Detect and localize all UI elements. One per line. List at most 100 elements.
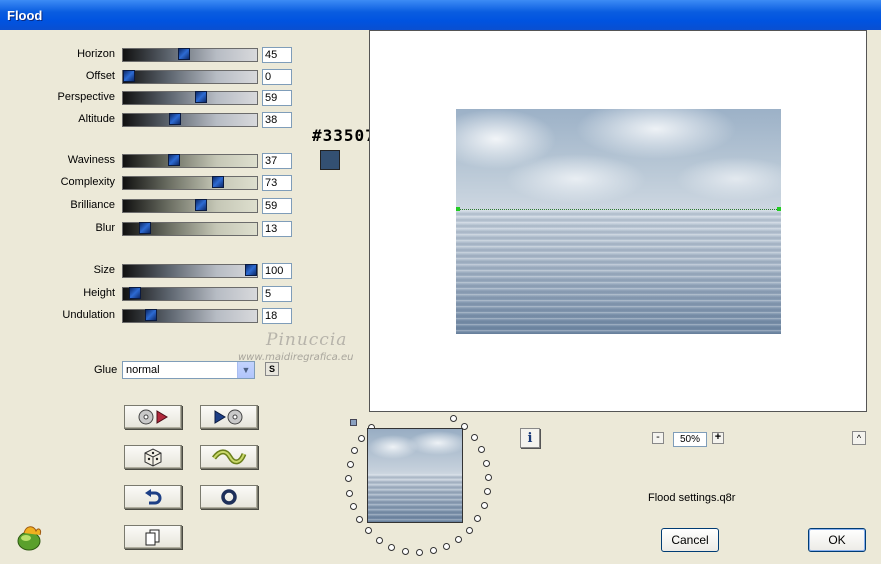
- navigator-ring-dot[interactable]: [474, 515, 482, 523]
- save-preset-button[interactable]: [200, 405, 258, 429]
- ok-button[interactable]: OK: [808, 528, 866, 552]
- navigator-ring-dot[interactable]: [478, 446, 486, 453]
- color-swatch[interactable]: [320, 150, 340, 170]
- randomize-button[interactable]: [124, 445, 182, 469]
- navigator-ring-dot[interactable]: [375, 536, 383, 544]
- dialog-client: Horizon 45 Offset 0 Perspective 59 Altitude 38 W…: [0, 30, 881, 564]
- wave-icon: [212, 449, 247, 465]
- offset-label: Offset: [85, 70, 115, 82]
- horizon-handle-right[interactable]: [777, 207, 781, 211]
- offset-slider[interactable]: [122, 70, 258, 84]
- undo-icon: [145, 489, 162, 505]
- undulation-label: Undulation: [62, 309, 115, 321]
- navigator-ring-dot[interactable]: [429, 547, 437, 555]
- slider-row-height: Height 5: [0, 286, 300, 302]
- altitude-slider-thumb[interactable]: [169, 113, 182, 125]
- slider-row-waviness: Waviness 37: [0, 153, 300, 169]
- reset-button[interactable]: [200, 485, 258, 509]
- chevron-down-icon[interactable]: ▼: [237, 362, 254, 378]
- horizon-slider-thumb[interactable]: [177, 48, 190, 60]
- navigator-ring-dot[interactable]: [482, 459, 490, 467]
- navigator-ring-dot[interactable]: [401, 547, 409, 555]
- horizon-handle-left[interactable]: [456, 207, 460, 211]
- perspective-slider-thumb[interactable]: [194, 91, 207, 103]
- waviness-slider[interactable]: [122, 154, 258, 168]
- brilliance-value-field[interactable]: 59: [262, 198, 292, 214]
- wave-button[interactable]: [200, 445, 258, 469]
- navigator-ring-dot[interactable]: [484, 473, 492, 481]
- horizon-slider[interactable]: [122, 48, 258, 62]
- navigator-ring-dot[interactable]: [484, 488, 492, 496]
- complexity-slider-thumb[interactable]: [212, 176, 225, 188]
- navigator-ring-dot[interactable]: [349, 503, 357, 511]
- height-slider[interactable]: [122, 287, 258, 301]
- size-slider-thumb[interactable]: [245, 264, 257, 276]
- zoom-level[interactable]: 50%: [673, 432, 707, 447]
- collapse-up-button[interactable]: ^: [852, 431, 866, 445]
- navigator-ring-dot[interactable]: [345, 475, 353, 483]
- altitude-label: Altitude: [78, 113, 115, 125]
- navigator-ring-dot[interactable]: [358, 434, 366, 442]
- undulation-value-field[interactable]: 18: [262, 308, 292, 324]
- undulation-slider-thumb[interactable]: [144, 309, 157, 321]
- blur-slider-thumb[interactable]: [138, 222, 151, 234]
- waviness-slider-thumb[interactable]: [168, 154, 181, 166]
- offset-slider-thumb[interactable]: [123, 70, 135, 82]
- navigator-ring-dot[interactable]: [388, 543, 396, 551]
- glue-select[interactable]: normal ▼: [122, 361, 255, 379]
- navigator-ring-dot[interactable]: [442, 543, 450, 551]
- navigator-ring-dot[interactable]: [356, 516, 364, 524]
- copy-button[interactable]: [124, 525, 182, 549]
- complexity-slider[interactable]: [122, 176, 258, 190]
- navigator-ring-dot[interactable]: [351, 447, 359, 455]
- navigator-ring-dot[interactable]: [346, 460, 354, 468]
- offset-value-field[interactable]: 0: [262, 69, 292, 85]
- cancel-button[interactable]: Cancel: [661, 528, 719, 552]
- navigator-ring-dot[interactable]: [455, 535, 463, 543]
- slider-row-offset: Offset 0: [0, 69, 300, 85]
- brilliance-slider[interactable]: [122, 199, 258, 213]
- waviness-value-field[interactable]: 37: [262, 153, 292, 169]
- perspective-value-field[interactable]: 59: [262, 90, 292, 106]
- height-value-field[interactable]: 5: [262, 286, 292, 302]
- window-title: Flood: [7, 8, 43, 23]
- navigator-ring-dot[interactable]: [365, 527, 373, 535]
- title-bar[interactable]: Flood: [0, 0, 881, 30]
- slider-row-horizon: Horizon 45: [0, 47, 300, 63]
- altitude-slider[interactable]: [122, 113, 258, 127]
- navigator-thumbnail[interactable]: [367, 428, 463, 523]
- size-slider[interactable]: [122, 264, 258, 278]
- slider-row-blur: Blur 13: [0, 221, 300, 237]
- complexity-value-field[interactable]: 73: [262, 175, 292, 191]
- undo-button[interactable]: [124, 485, 182, 509]
- size-value-field[interactable]: 100: [262, 263, 292, 279]
- slider-row-altitude: Altitude 38: [0, 112, 300, 128]
- altitude-value-field[interactable]: 38: [262, 112, 292, 128]
- navigator-handle[interactable]: [350, 419, 357, 426]
- navigator-ring-dot[interactable]: [415, 548, 423, 556]
- horizon-label: Horizon: [77, 48, 115, 60]
- perspective-slider[interactable]: [122, 91, 258, 105]
- navigator-ring-dot[interactable]: [480, 502, 488, 510]
- app-logo-icon: [17, 526, 41, 551]
- zoom-out-button[interactable]: -: [652, 432, 664, 444]
- zoom-in-button[interactable]: +: [712, 432, 724, 444]
- navigator-ring-dot[interactable]: [346, 489, 354, 497]
- blur-value-field[interactable]: 13: [262, 221, 292, 237]
- navigator-ring-dot[interactable]: [450, 414, 457, 422]
- glue-s-button[interactable]: S: [265, 362, 279, 376]
- preview-canvas[interactable]: [369, 30, 867, 412]
- info-button[interactable]: i: [520, 428, 540, 448]
- horizon-line[interactable]: [456, 209, 781, 210]
- brilliance-slider-thumb[interactable]: [194, 199, 207, 211]
- load-preset-button[interactable]: [124, 405, 182, 429]
- waviness-label: Waviness: [67, 154, 115, 166]
- navigator-ring-dot[interactable]: [470, 433, 478, 441]
- horizon-value-field[interactable]: 45: [262, 47, 292, 63]
- preview-sky: [456, 109, 781, 210]
- navigator-ring-dot[interactable]: [465, 526, 473, 534]
- height-slider-thumb[interactable]: [129, 287, 142, 299]
- arrow-disc-icon: [214, 409, 243, 425]
- blur-slider[interactable]: [122, 222, 258, 236]
- undulation-slider[interactable]: [122, 309, 258, 323]
